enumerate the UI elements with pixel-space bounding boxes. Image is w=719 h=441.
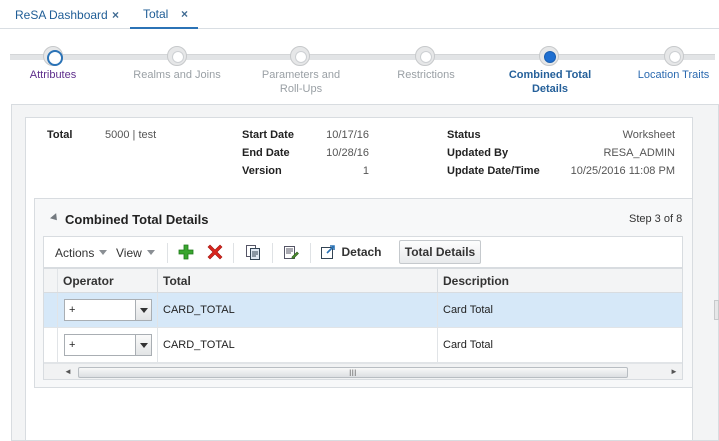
delete-icon [207, 244, 223, 260]
table-row[interactable]: + CARD_TOTAL Card Total [44, 328, 682, 363]
updated-by-value: RESA_ADMIN [603, 147, 675, 159]
combined-total-table: Operator Total Description + CARD_TOTAL … [43, 268, 683, 380]
train-label-parameters[interactable]: Parameters and Roll-Ups [250, 68, 352, 96]
operator-cell: + [58, 328, 158, 363]
actions-menu[interactable]: Actions [55, 237, 108, 268]
add-icon [178, 244, 194, 260]
train-label-attributes[interactable]: Attributes [2, 68, 104, 82]
detach-button[interactable]: Detach [320, 240, 382, 264]
table-toolbar: Actions View Detach Total Details [43, 236, 683, 268]
detach-icon [321, 245, 336, 259]
train-label-restrictions[interactable]: Restrictions [375, 68, 477, 82]
chevron-down-icon[interactable] [135, 300, 151, 320]
tab-label: ReSA Dashboard [15, 7, 108, 22]
start-date-value: 10/17/16 [326, 129, 369, 141]
status-value: Worksheet [622, 129, 675, 141]
column-header-total[interactable]: Total [158, 269, 438, 293]
version-label: Version [242, 165, 282, 177]
operator-cell: + [58, 293, 158, 328]
total-cell: CARD_TOTAL [158, 328, 438, 363]
operator-value: + [69, 339, 76, 351]
step-indicator: Step 3 of 8 [629, 213, 683, 225]
total-details-button[interactable]: Total Details [399, 240, 481, 264]
table-header: Operator Total Description [44, 269, 682, 293]
total-label: Total [47, 129, 73, 141]
detach-label: Detach [341, 245, 382, 259]
view-menu[interactable]: View [116, 237, 155, 268]
tab-bar: ReSA Dashboard × Total × [0, 0, 719, 29]
close-tab-icon[interactable]: × [112, 8, 119, 22]
train-line [10, 54, 715, 60]
add-button[interactable] [176, 240, 196, 264]
train-stop-location-traits[interactable] [664, 46, 684, 66]
train-label-realms[interactable]: Realms and Joins [118, 68, 236, 82]
chevron-down-icon [99, 250, 108, 255]
tab-resa-dashboard[interactable]: ReSA Dashboard × [0, 0, 130, 29]
train-label-combined-total[interactable]: Combined Total Details [496, 68, 604, 96]
start-date-label: Start Date [242, 129, 294, 141]
chevron-down-icon [146, 250, 155, 255]
train-stop-restrictions[interactable] [415, 46, 435, 66]
column-header-description[interactable]: Description [438, 269, 682, 293]
update-datetime-label: Update Date/Time [447, 165, 540, 177]
tab-label: Total [143, 6, 169, 21]
chevron-down-icon[interactable] [135, 335, 151, 355]
actions-label: Actions [55, 245, 95, 260]
toolbar-divider [272, 243, 273, 263]
end-date-value: 10/28/16 [326, 147, 369, 159]
operator-value: + [69, 304, 76, 316]
train-stop-parameters[interactable] [290, 46, 310, 66]
close-tab-icon[interactable]: × [181, 7, 188, 21]
operator-select[interactable]: + [64, 334, 152, 356]
description-cell: Card Total [443, 304, 493, 316]
column-header-operator[interactable]: Operator [58, 269, 158, 293]
scroll-right-arrow-icon[interactable]: ► [670, 364, 678, 379]
tab-total[interactable]: Total × [130, 0, 198, 29]
train-stop-realms[interactable] [167, 46, 187, 66]
status-label: Status [447, 129, 481, 141]
train-stop-combined-total[interactable] [539, 46, 559, 66]
train-label-location-traits[interactable]: Location Traits [628, 68, 719, 82]
total-details-label: Total Details [404, 245, 476, 259]
view-label: View [116, 245, 142, 260]
operator-select[interactable]: + [64, 299, 152, 321]
toolbar-divider [310, 243, 311, 263]
splitter-handle[interactable] [714, 300, 719, 320]
description-cell: Card Total [443, 339, 493, 351]
end-date-label: End Date [242, 147, 290, 159]
edit-button[interactable] [280, 240, 302, 264]
version-value: 1 [362, 165, 369, 177]
row-selector-header [44, 269, 58, 292]
row-selector[interactable] [44, 328, 58, 362]
copy-button[interactable] [242, 240, 264, 264]
scrollbar-thumb[interactable]: III [78, 367, 628, 378]
delete-button[interactable] [205, 240, 225, 264]
edit-icon [284, 246, 299, 259]
train-navigation: Attributes Realms and Joins Parameters a… [0, 30, 719, 100]
toolbar-divider [167, 243, 168, 263]
copy-icon [246, 245, 260, 260]
scroll-left-arrow-icon[interactable]: ◄ [64, 364, 72, 379]
table-row[interactable]: + CARD_TOTAL Card Total [44, 293, 682, 328]
toolbar-divider [233, 243, 234, 263]
total-value: 5000 | test [105, 129, 157, 141]
horizontal-scrollbar[interactable]: ◄ III ► [44, 363, 682, 379]
section-title: Combined Total Details [65, 212, 209, 227]
scrollbar-grip: III [349, 368, 357, 378]
total-cell: CARD_TOTAL [158, 293, 438, 328]
updated-by-label: Updated By [447, 147, 509, 159]
train-stop-attributes[interactable] [43, 46, 63, 66]
update-datetime-value: 10/25/2016 11:08 PM [570, 165, 675, 177]
row-selector[interactable] [44, 293, 58, 327]
